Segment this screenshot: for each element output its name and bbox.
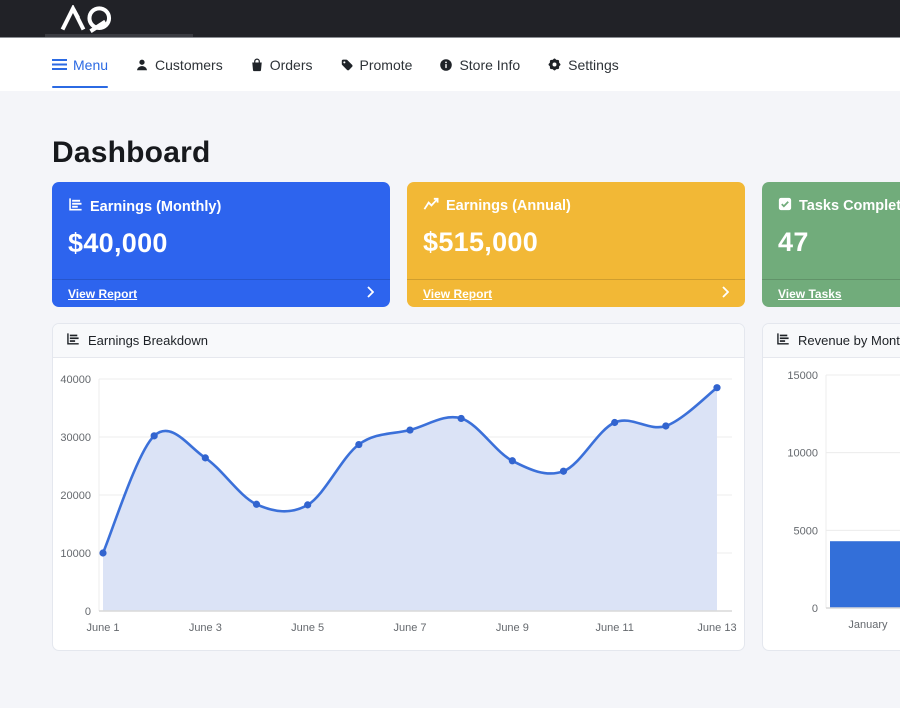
svg-text:June 5: June 5 bbox=[291, 622, 324, 634]
person-icon bbox=[135, 58, 149, 72]
chart-title: Revenue by Month bbox=[798, 333, 900, 348]
card-value: $515,000 bbox=[423, 227, 729, 258]
svg-text:June 13: June 13 bbox=[697, 622, 736, 634]
nav-label: Customers bbox=[155, 57, 223, 73]
svg-text:June 7: June 7 bbox=[393, 622, 426, 634]
hamburger-icon bbox=[52, 58, 67, 71]
nav-label: Settings bbox=[568, 57, 619, 73]
view-tasks-link[interactable]: View Tasks bbox=[778, 287, 842, 301]
gear-icon bbox=[547, 57, 562, 72]
bar-chart-icon bbox=[776, 332, 790, 349]
revenue-by-month-card: Revenue by Month 0 5000 10000 15000 January bbox=[762, 323, 900, 651]
chart-card-header: Earnings Breakdown bbox=[53, 324, 744, 358]
nav-label: Menu bbox=[73, 57, 108, 73]
view-report-link[interactable]: View Report bbox=[68, 287, 137, 301]
charts-row: Earnings Breakdown 0 10000 20000 30000 40000… bbox=[52, 323, 900, 651]
card-title: Tasks Completed bbox=[799, 198, 900, 214]
card-value: 47 bbox=[778, 227, 900, 258]
revenue-bar-chart: 0 5000 10000 15000 January bbox=[763, 359, 900, 649]
card-value: $40,000 bbox=[68, 228, 374, 259]
app-window: Menu Customers Orders Promote Store Info bbox=[0, 0, 900, 708]
svg-text:5000: 5000 bbox=[794, 525, 818, 537]
nav-item-settings[interactable]: Settings bbox=[547, 38, 619, 91]
card-earnings-annual: Earnings (Annual) $515,000 View Report bbox=[407, 182, 745, 307]
check-square-icon bbox=[778, 197, 792, 215]
tag-icon bbox=[340, 58, 354, 72]
topbar bbox=[0, 0, 900, 38]
svg-text:January: January bbox=[848, 619, 888, 631]
svg-text:10000: 10000 bbox=[787, 448, 818, 460]
nav-item-customers[interactable]: Customers bbox=[135, 38, 223, 91]
nav-item-promote[interactable]: Promote bbox=[340, 38, 413, 91]
line-chart-icon bbox=[423, 197, 439, 215]
svg-text:20000: 20000 bbox=[60, 490, 91, 502]
earnings-line-chart: 0 10000 20000 30000 40000 June 1 June 3 June 5 J… bbox=[53, 359, 742, 649]
stat-cards-row: Earnings (Monthly) $40,000 View Report bbox=[52, 182, 900, 307]
earnings-breakdown-card: Earnings Breakdown 0 10000 20000 30000 40000… bbox=[52, 323, 745, 651]
logo-aq-icon bbox=[45, 5, 129, 33]
card-title: Earnings (Monthly) bbox=[90, 199, 221, 215]
card-footer: View Report bbox=[407, 279, 745, 307]
svg-text:June 1: June 1 bbox=[86, 622, 119, 634]
svg-text:0: 0 bbox=[85, 606, 91, 618]
card-tasks-completed: Tasks Completed 47 View Tasks bbox=[762, 182, 900, 307]
main-nav: Menu Customers Orders Promote Store Info bbox=[0, 38, 900, 91]
bag-icon bbox=[250, 58, 264, 72]
dashboard-content: Dashboard Earnings (Monthly) $40,000 Vie… bbox=[0, 136, 900, 651]
view-report-link[interactable]: View Report bbox=[423, 287, 492, 301]
svg-text:June 9: June 9 bbox=[496, 622, 529, 634]
chart-card-header: Revenue by Month bbox=[763, 324, 900, 358]
svg-text:30000: 30000 bbox=[60, 432, 91, 444]
chart-title: Earnings Breakdown bbox=[88, 333, 208, 348]
card-footer: View Tasks bbox=[762, 279, 900, 307]
info-icon bbox=[439, 58, 453, 72]
nav-label: Promote bbox=[360, 57, 413, 73]
svg-text:15000: 15000 bbox=[787, 370, 818, 382]
card-title: Earnings (Annual) bbox=[446, 198, 571, 214]
page-title: Dashboard bbox=[52, 136, 900, 170]
bar-chart-icon bbox=[68, 197, 83, 216]
nav-item-menu[interactable]: Menu bbox=[52, 38, 108, 91]
svg-text:40000: 40000 bbox=[60, 374, 91, 386]
chevron-right-icon bbox=[367, 285, 374, 303]
nav-item-store-info[interactable]: Store Info bbox=[439, 38, 520, 91]
nav-label: Orders bbox=[270, 57, 313, 73]
nav-label: Store Info bbox=[459, 57, 520, 73]
svg-text:June 3: June 3 bbox=[189, 622, 222, 634]
card-earnings-monthly: Earnings (Monthly) $40,000 View Report bbox=[52, 182, 390, 307]
svg-text:June 11: June 11 bbox=[596, 622, 634, 634]
card-footer: View Report bbox=[52, 279, 390, 307]
chevron-right-icon bbox=[722, 285, 729, 303]
svg-text:0: 0 bbox=[812, 603, 818, 615]
logo-shadow bbox=[45, 34, 193, 37]
nav-item-orders[interactable]: Orders bbox=[250, 38, 313, 91]
bar-chart-icon bbox=[66, 332, 80, 349]
svg-text:10000: 10000 bbox=[60, 548, 91, 560]
